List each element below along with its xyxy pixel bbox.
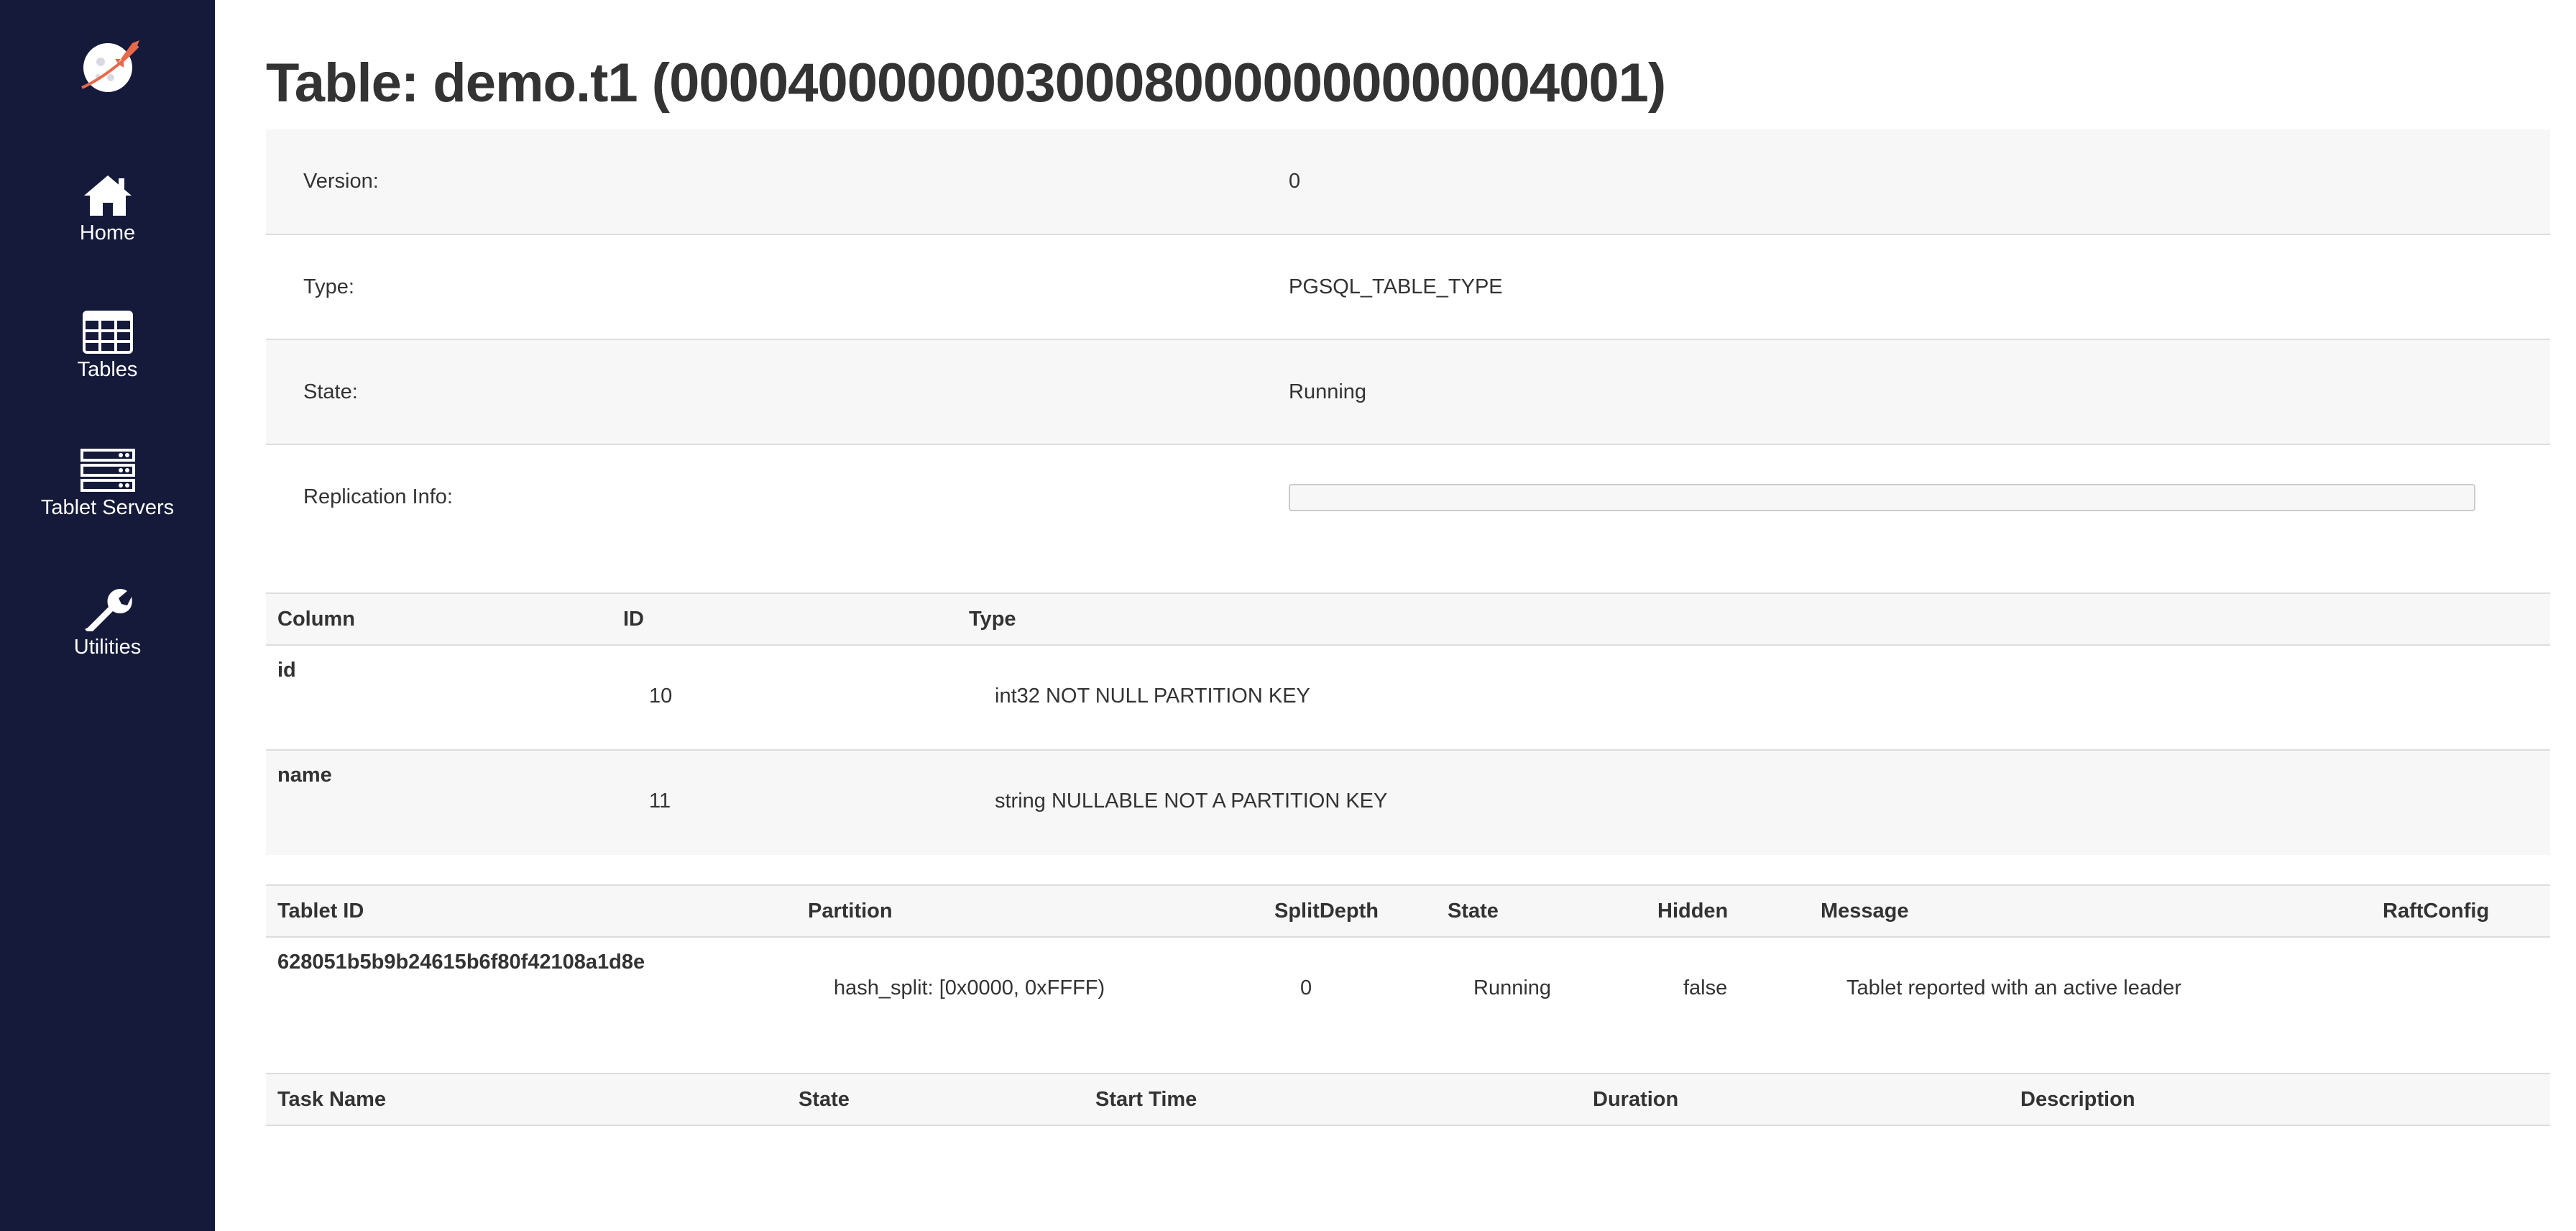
info-label: Type: xyxy=(303,275,354,298)
info-label: Version: xyxy=(303,170,379,193)
info-value: PGSQL_TABLE_TYPE xyxy=(1289,275,1503,298)
column-header: Column xyxy=(266,592,612,646)
nav-item-label: Tablet Servers xyxy=(40,496,175,519)
tablets-table: Tablet ID Partition SplitDepth State Hid… xyxy=(266,884,2550,1069)
table-row: 628051b5b9b24615b6f80f42108a1d8e hash_sp… xyxy=(266,937,2550,1069)
cell-column-name: id xyxy=(277,659,296,682)
column-header: Duration xyxy=(1581,1073,2009,1126)
replication-info-field[interactable] xyxy=(1289,483,2475,511)
tasks-table: Task Name State Start Time Duration Desc… xyxy=(266,1073,2550,1126)
table-info: Version: 0 Type: PGSQL_TABLE_TYPE State:… xyxy=(266,129,2550,549)
info-row-type: Type: PGSQL_TABLE_TYPE xyxy=(266,234,2550,339)
nav-item-tablet-servers[interactable]: Tablet Servers xyxy=(0,449,215,520)
info-row-state: State: Running xyxy=(266,339,2550,444)
cell-hidden: false xyxy=(1683,976,1728,999)
sidebar: Home Tables Tablet Servers Utilities xyxy=(0,0,215,1231)
table-header-row: Column ID Type xyxy=(266,592,2550,646)
table-row: name 11 string NULLABLE NOT A PARTITION … xyxy=(266,750,2550,855)
column-header: Task Name xyxy=(266,1073,787,1126)
column-header: State xyxy=(1436,884,1646,938)
column-header: SplitDepth xyxy=(1263,884,1436,938)
cell-column-id: 11 xyxy=(649,790,671,813)
logo[interactable] xyxy=(76,37,145,98)
nav-item-utilities[interactable]: Utilities xyxy=(0,587,215,659)
column-header: Type xyxy=(957,592,2550,646)
column-header: Partition xyxy=(796,884,1263,938)
wrench-icon xyxy=(84,588,132,631)
server-stack-icon xyxy=(80,449,135,492)
cell-column-name: name xyxy=(277,764,332,787)
column-header: State xyxy=(787,1073,1084,1126)
cell-split-depth: 0 xyxy=(1300,976,1312,999)
info-value: 0 xyxy=(1289,170,1301,193)
column-header: Description xyxy=(2009,1073,2550,1126)
column-header: RaftConfig xyxy=(2371,884,2550,938)
rocket-planet-logo-icon xyxy=(81,40,139,92)
table-header-row: Task Name State Start Time Duration Desc… xyxy=(266,1073,2550,1126)
info-value: Running xyxy=(1289,380,1367,403)
nav-item-label: Tables xyxy=(77,358,138,381)
column-header: Hidden xyxy=(1646,884,1809,938)
columns-table: Column ID Type id 10 int32 NOT NULL PART… xyxy=(266,592,2550,855)
info-label: Replication Info: xyxy=(303,485,453,508)
home-icon xyxy=(83,175,132,216)
column-header: Start Time xyxy=(1084,1073,1581,1126)
cell-message: Tablet reported with an active leader xyxy=(1846,976,2181,999)
nav-item-label: Utilities xyxy=(73,636,142,659)
column-header: ID xyxy=(612,592,957,646)
column-header: Tablet ID xyxy=(266,884,796,938)
cell-column-type: int32 NOT NULL PARTITION KEY xyxy=(995,685,1310,708)
cell-tablet-id: 628051b5b9b24615b6f80f42108a1d8e xyxy=(277,951,645,974)
column-header: Message xyxy=(1809,884,2371,938)
info-row-version: Version: 0 xyxy=(266,129,2550,234)
cell-state: Running xyxy=(1473,976,1552,999)
cell-raft-config xyxy=(2371,937,2550,1069)
cell-column-id: 10 xyxy=(649,685,673,708)
page-title: Table: demo.t1 (000040000000300080000000… xyxy=(266,52,1666,114)
table-row: id 10 int32 NOT NULL PARTITION KEY xyxy=(266,645,2550,750)
info-label: State: xyxy=(303,380,358,403)
nav-item-tables[interactable]: Tables xyxy=(0,311,215,382)
nav-item-label: Home xyxy=(79,221,136,244)
cell-partition: hash_split: [0x0000, 0xFFFF) xyxy=(834,976,1105,999)
info-row-replication: Replication Info: xyxy=(266,444,2550,549)
nav-item-home[interactable]: Home xyxy=(0,173,215,245)
table-header-row: Tablet ID Partition SplitDepth State Hid… xyxy=(266,884,2550,938)
table-grid-icon xyxy=(82,311,133,354)
cell-column-type: string NULLABLE NOT A PARTITION KEY xyxy=(995,790,1388,813)
